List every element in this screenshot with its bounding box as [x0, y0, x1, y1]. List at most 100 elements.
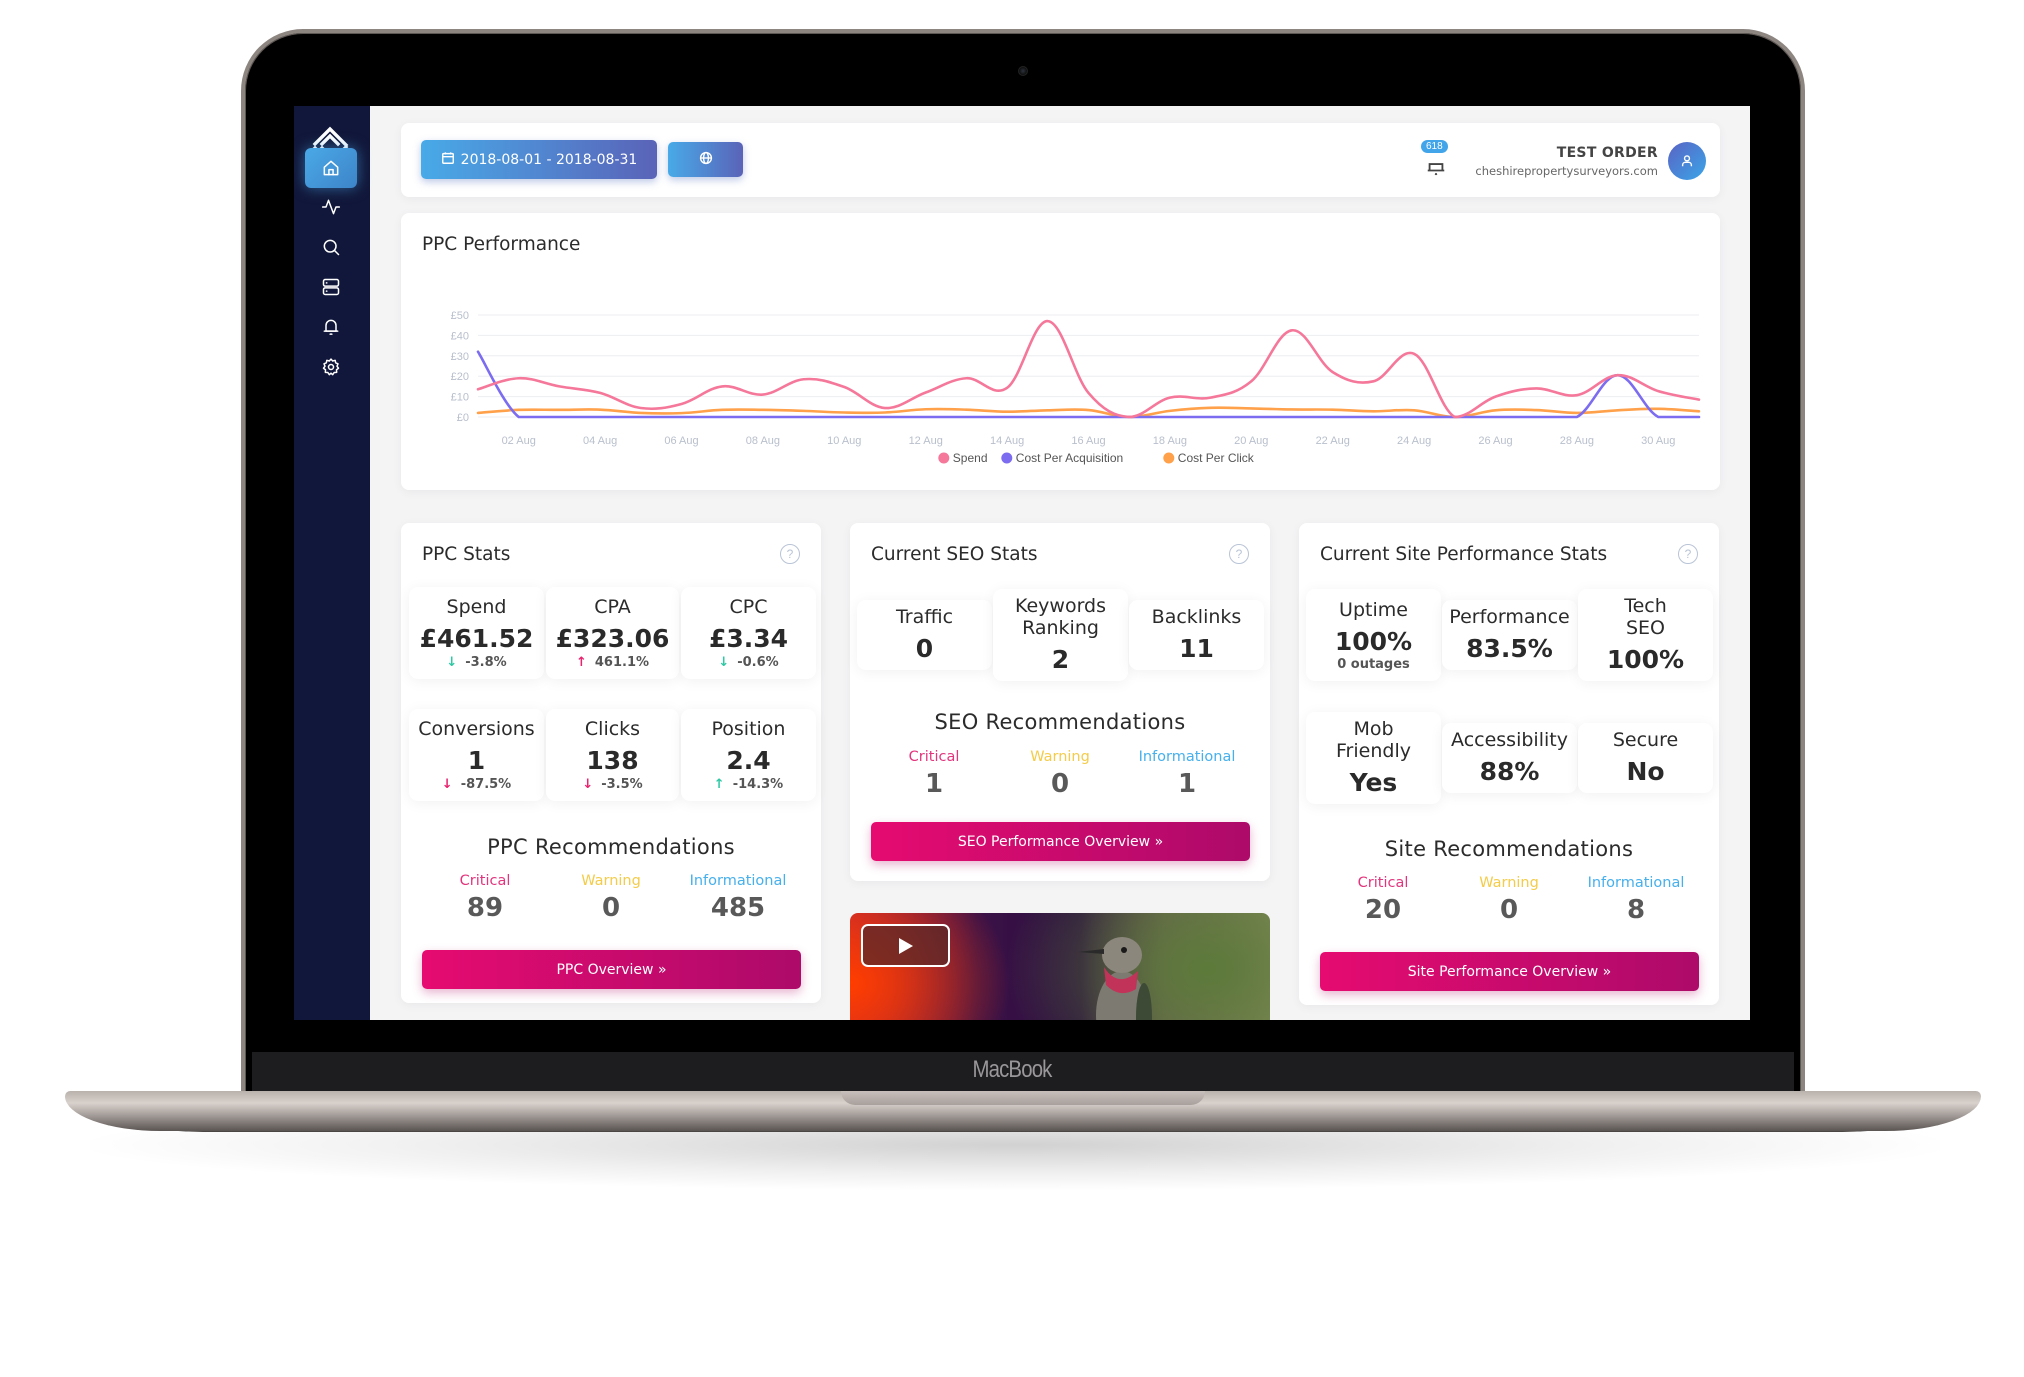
- arrow-down-icon: ↓: [718, 655, 730, 670]
- tile-label: Position: [711, 718, 786, 740]
- legend-label: Spend: [953, 451, 988, 465]
- tile-change: -87.5%: [460, 777, 512, 792]
- site-critical-count[interactable]: Critical 20: [1313, 875, 1453, 925]
- tile-label: Secure: [1612, 729, 1679, 751]
- tile-label: Conversions: [418, 718, 535, 740]
- warning-label: Warning: [581, 873, 641, 889]
- tile-label: Spend: [446, 596, 507, 618]
- seo-critical-count[interactable]: Critical 1: [864, 749, 1004, 799]
- tile-value: 88%: [1479, 757, 1540, 786]
- sidebar-item-servers[interactable]: [305, 267, 357, 307]
- date-range-button[interactable]: 2018-08-01 - 2018-08-31: [421, 140, 657, 179]
- informational-value: 485: [710, 893, 766, 923]
- x-tick-label: 14 Aug: [990, 435, 1024, 447]
- stat-tile-cpa: CPA £323.06 ↑ 461.1%: [546, 587, 679, 679]
- warning-label: Warning: [1479, 875, 1539, 891]
- legend-swatch: [1163, 452, 1175, 464]
- ppc-overview-button[interactable]: PPC Overview »: [422, 950, 801, 989]
- server-icon: [322, 278, 340, 296]
- x-tick-label: 04 Aug: [583, 435, 617, 447]
- ppc-performance-card: £0 £10 £20 £30 £40 £50 02 Aug 04 Aug 06 Aug 08 Au…: [401, 213, 1720, 490]
- stat-tile-accessibility: Accessibility 88%: [1442, 723, 1577, 793]
- tile-change: -0.6%: [737, 655, 779, 670]
- tile-value: 83.5%: [1466, 634, 1553, 663]
- x-tick-label: 10 Aug: [827, 435, 861, 447]
- notification-count-badge: 618: [1421, 140, 1448, 153]
- legend-label: Cost Per Acquisition: [1016, 451, 1123, 465]
- header-bar: 2018-08-01 - 2018-08-31 618 TEST ORDER c…: [401, 123, 1720, 197]
- tile-value: £3.34: [708, 624, 789, 653]
- sidebar-item-activity[interactable]: [305, 187, 357, 227]
- help-icon[interactable]: ?: [780, 544, 800, 564]
- seo-warning-count[interactable]: Warning 0: [990, 749, 1130, 799]
- site-informational-count[interactable]: Informational 8: [1566, 875, 1706, 925]
- x-tick-label: 16 Aug: [1071, 435, 1105, 447]
- stat-tile-keywords-ranking: Keywords Ranking 2: [993, 589, 1128, 681]
- tile-value: 100%: [1334, 626, 1413, 656]
- bell-icon: [1427, 163, 1445, 176]
- ppc-warning-count[interactable]: Warning 0: [541, 873, 681, 923]
- y-tick-label: £50: [451, 310, 469, 322]
- home-icon: [323, 160, 339, 176]
- warning-label: Warning: [1030, 749, 1090, 765]
- site-recommendations-title: Site Recommendations: [1384, 837, 1634, 861]
- ppc-critical-count[interactable]: Critical 89: [415, 873, 555, 923]
- globe-button[interactable]: [668, 142, 743, 177]
- stat-tile-conversions: Conversions 1 ↓ -87.5%: [409, 709, 544, 801]
- y-tick-label: £0: [457, 412, 469, 424]
- tile-label: Mob Friendly: [1336, 718, 1411, 762]
- help-icon[interactable]: ?: [1229, 544, 1249, 564]
- calendar-icon: [441, 151, 455, 169]
- tile-value: 11: [1179, 634, 1214, 663]
- stat-tile-traffic: Traffic 0: [857, 600, 992, 670]
- seo-performance-overview-button[interactable]: SEO Performance Overview »: [871, 822, 1250, 861]
- stat-tile-tech-seo: Tech SEO 100%: [1578, 589, 1713, 681]
- arrow-down-icon: ↓: [446, 655, 458, 670]
- sidebar-item-search[interactable]: [305, 227, 357, 267]
- tile-label: CPC: [729, 596, 768, 618]
- tile-value: 2: [1051, 645, 1070, 674]
- tile-subtext: 0 outages: [1337, 656, 1410, 672]
- brand-label: MacBook: [972, 1056, 1052, 1083]
- tile-value: Yes: [1349, 768, 1398, 797]
- laptop-notch: [841, 1091, 1205, 1105]
- tile-label: Tech SEO: [1624, 595, 1667, 639]
- avatar[interactable]: [1668, 142, 1706, 180]
- ppc-informational-count[interactable]: Informational 485: [668, 873, 808, 923]
- tile-label: CPA: [594, 596, 631, 618]
- critical-label: Critical: [1357, 875, 1409, 891]
- gear-icon: [322, 358, 340, 376]
- y-tick-label: £30: [451, 351, 469, 363]
- bell-icon: [323, 319, 339, 335]
- tile-label: Uptime: [1339, 598, 1408, 621]
- help-icon[interactable]: ?: [1678, 544, 1698, 564]
- legend-swatch: [1001, 452, 1013, 464]
- informational-label: Informational: [1138, 749, 1236, 765]
- notifications-button[interactable]: 618: [1421, 140, 1461, 180]
- tile-label: Performance: [1449, 606, 1570, 628]
- site-warning-count[interactable]: Warning 0: [1439, 875, 1579, 925]
- sidebar: [294, 106, 370, 1020]
- critical-value: 89: [466, 893, 504, 923]
- tile-label: Backlinks: [1151, 606, 1242, 628]
- x-tick-label: 22 Aug: [1316, 435, 1350, 447]
- tile-label: Keywords Ranking: [1014, 595, 1107, 639]
- tile-value: £323.06: [555, 624, 670, 653]
- search-icon: [323, 239, 340, 256]
- globe-icon: [699, 151, 713, 168]
- video-thumbnail[interactable]: [850, 913, 1270, 1020]
- x-tick-label: 26 Aug: [1478, 435, 1512, 447]
- tile-value: 1: [467, 746, 486, 775]
- stat-tile-performance: Performance 83.5%: [1442, 600, 1577, 670]
- ppc-recommendations-title: PPC Recommendations: [487, 835, 735, 859]
- seo-stats-title: Current SEO Stats: [871, 544, 1038, 565]
- sidebar-item-home[interactable]: [305, 148, 357, 188]
- sidebar-item-notifications[interactable]: [305, 307, 357, 347]
- user-icon: [1681, 155, 1693, 167]
- stat-tile-mobile-friendly: Mob Friendly Yes: [1306, 712, 1441, 804]
- sidebar-item-settings[interactable]: [305, 347, 357, 387]
- activity-icon: [321, 199, 341, 215]
- site-performance-overview-button[interactable]: Site Performance Overview »: [1320, 952, 1699, 991]
- seo-informational-count[interactable]: Informational 1: [1117, 749, 1257, 799]
- play-button[interactable]: [861, 924, 950, 967]
